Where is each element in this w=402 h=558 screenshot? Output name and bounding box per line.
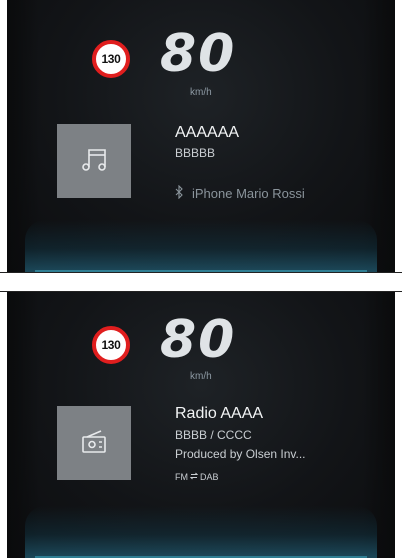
- speed-limit-value: 130: [101, 52, 121, 66]
- radio-icon: [79, 426, 109, 461]
- speed-limit-sign: 130: [92, 326, 130, 364]
- speed-limit-sign: 130: [92, 40, 130, 78]
- bluetooth-device-name: iPhone Mario Rossi: [192, 186, 305, 201]
- station-art-tile: [57, 406, 131, 480]
- speed-limit-value: 130: [101, 338, 121, 352]
- album-art-tile: [57, 124, 131, 198]
- cluster-screen-radio: 130 80 km/h Radio AAAA BBBB / CCCC Produ…: [7, 292, 395, 558]
- bluetooth-device: iPhone Mario Rossi: [175, 184, 305, 202]
- track-title: AAAAAA: [175, 124, 240, 141]
- station-title: Radio AAAA: [175, 405, 264, 422]
- source-dab: DAB: [200, 472, 219, 482]
- screen-divider: [0, 272, 402, 273]
- source-fm: FM: [175, 472, 188, 482]
- bottom-glow: [25, 506, 377, 558]
- bluetooth-icon: [175, 184, 184, 202]
- speed-readout: 80: [160, 24, 237, 84]
- bottom-glow: [25, 220, 377, 272]
- station-program: Produced by Olsen Inv...: [175, 447, 306, 461]
- speed-readout: 80: [160, 310, 237, 370]
- track-artist: BBBBB: [175, 146, 216, 160]
- music-note-icon: [79, 144, 109, 179]
- swap-arrows-icon: [189, 472, 199, 482]
- speed-unit: km/h: [190, 371, 212, 382]
- speed-unit: km/h: [190, 87, 212, 98]
- radio-source: FM DAB: [175, 472, 219, 482]
- station-info: BBBB / CCCC: [175, 428, 252, 442]
- cluster-screen-media: 130 80 km/h AAAAAA BBBBB iPhone Mario Ro…: [7, 0, 395, 272]
